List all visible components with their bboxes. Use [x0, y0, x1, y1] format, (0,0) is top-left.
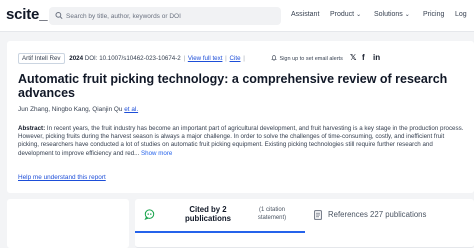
- journal-badge: Artif Intell Rev: [18, 53, 65, 64]
- search-icon: [55, 11, 63, 20]
- email-alert-button[interactable]: Sign up to set email alerts: [271, 55, 343, 62]
- cited-by-label: Cited by 2 publications: [185, 205, 231, 223]
- paper-card: Artif Intell Rev 2024 DOI: 10.1007/s1046…: [7, 41, 474, 193]
- tab-references[interactable]: References 227 publications: [311, 199, 471, 233]
- nav-solutions[interactable]: Solutions ⌄: [374, 11, 410, 18]
- search-input[interactable]: [66, 7, 278, 25]
- view-full-text-link[interactable]: View full text: [188, 55, 223, 62]
- tab-cited-by[interactable]: Cited by 2 publications (1 citation stat…: [135, 199, 305, 233]
- separator: |: [243, 55, 245, 62]
- paper-authors: Jun Zhang, Ningbo Kang, Qianjin Qu et al…: [18, 106, 138, 113]
- citation-tabs: Cited by 2 publications (1 citation stat…: [135, 199, 474, 248]
- search-box[interactable]: [49, 7, 281, 25]
- side-panel: [7, 199, 129, 248]
- paper-meta: Artif Intell Rev 2024 DOI: 10.1007/s1046…: [18, 53, 246, 64]
- nav-product-label: Product: [330, 11, 355, 18]
- show-more-link[interactable]: Show more: [141, 150, 172, 157]
- citation-statement-count: (1 citation statement): [257, 207, 287, 221]
- doi-text: DOI: 10.1007/s10462-023-10674-2: [84, 55, 181, 62]
- email-alert-label: Sign up to set email alerts: [279, 56, 343, 62]
- nav-assistant-label: Assistant: [291, 11, 320, 18]
- top-nav-bar: scite_ Assistant Product⌄ Solutions⌄ Pri…: [0, 0, 474, 32]
- paper-abstract: Abstract: In recent years, the fruit ind…: [18, 125, 464, 158]
- nav-assistant[interactable]: Assistant: [291, 11, 319, 18]
- nav-pricing[interactable]: Pricing: [423, 11, 444, 18]
- nav-solutions-label: Solutions: [374, 11, 403, 18]
- abstract-label: Abstract:: [18, 125, 46, 132]
- references-label: References 227 publications: [328, 210, 427, 219]
- authors-list: Jun Zhang, Ningbo Kang, Qianjin Qu: [18, 106, 123, 113]
- document-icon: [314, 210, 322, 220]
- chevron-down-icon: ⌄: [356, 12, 362, 18]
- help-understand-link[interactable]: Help me understand this report: [18, 174, 106, 181]
- quote-bubble-icon: [144, 209, 155, 220]
- cite-link[interactable]: Cite: [230, 55, 241, 62]
- separator: |: [225, 55, 227, 62]
- chevron-down-icon: ⌄: [404, 12, 410, 18]
- nav-login-label: Log: [455, 11, 467, 18]
- twitter-icon[interactable]: 𝕏: [350, 53, 356, 62]
- nav-pricing-label: Pricing: [423, 11, 445, 18]
- nav-login[interactable]: Log: [455, 11, 467, 18]
- separator: |: [183, 55, 186, 62]
- bell-icon: [271, 55, 277, 61]
- abstract-text: In recent years, the fruit industry has …: [18, 125, 464, 157]
- scite-logo[interactable]: scite_: [6, 6, 48, 23]
- nav-product[interactable]: Product ⌄: [330, 11, 361, 18]
- paper-title: Automatic fruit picking technology: a co…: [18, 72, 448, 100]
- facebook-icon[interactable]: f: [362, 53, 365, 62]
- et-al-link[interactable]: et al.: [124, 106, 138, 113]
- linkedin-icon[interactable]: in: [373, 53, 380, 62]
- publication-year: 2024: [69, 55, 84, 62]
